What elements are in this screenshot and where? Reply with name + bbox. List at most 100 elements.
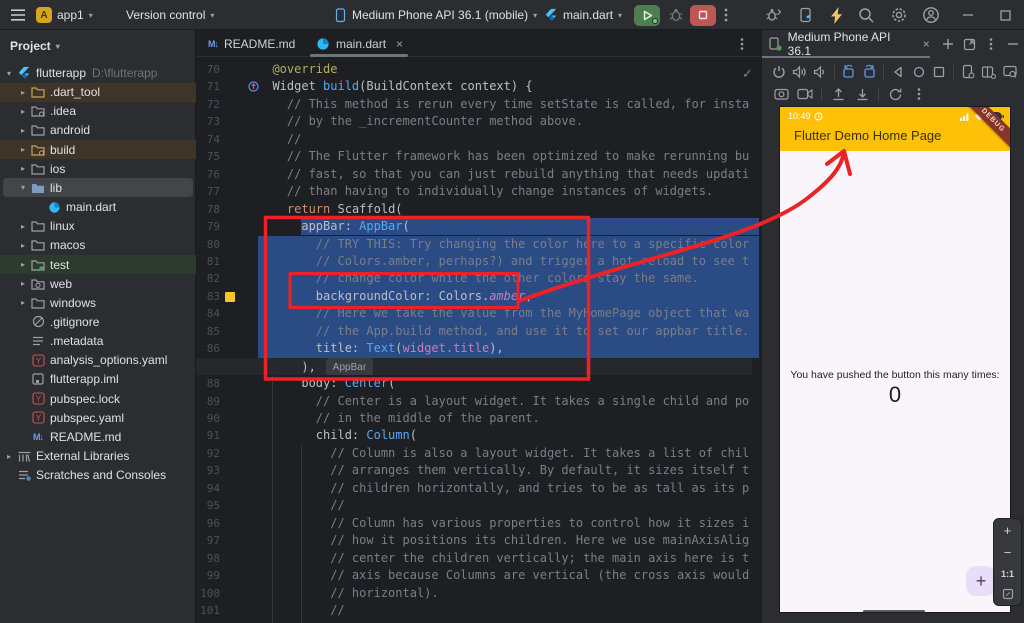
sidebar-item-linux[interactable]: ▸linux	[0, 217, 196, 236]
sidebar-item--idea[interactable]: ▸.idea	[0, 102, 196, 121]
code-line-75[interactable]: // The Flutter framework has been optimi…	[258, 148, 750, 165]
navigation-handle[interactable]	[863, 610, 925, 612]
volume-up-button[interactable]	[790, 61, 808, 83]
settings-button[interactable]	[890, 0, 908, 30]
code-line-79[interactable]: appBar: AppBar(	[258, 218, 750, 235]
code-line-85[interactable]: // the App.build method, and use it to s…	[258, 323, 750, 340]
profile-button[interactable]	[922, 0, 940, 30]
sidebar-item-scratches-and-consoles[interactable]: Scratches and Consoles	[0, 466, 196, 485]
code-area[interactable]: 7071727374757677787980818283848586878889…	[196, 61, 762, 623]
device-selector[interactable]: Medium Phone API 36.1 (mobile) ▾	[334, 0, 537, 30]
code-line-87[interactable]: ),AppBar	[258, 358, 750, 375]
sidebar-item-pubspec-lock[interactable]: Ypubspec.lock	[0, 389, 196, 408]
code-line-95[interactable]: //	[258, 497, 750, 514]
hide-panel-button[interactable]	[1002, 33, 1024, 55]
code-line-72[interactable]: // This method is rerun every time setSt…	[258, 96, 750, 113]
more-actions-button[interactable]	[724, 0, 728, 30]
code-line-82[interactable]: // change color while the other colors s…	[258, 270, 750, 287]
android-home-button[interactable]	[910, 61, 928, 83]
device-mirror-screen[interactable]: 10:49 Flutter Demo Home Page DEBUG You h…	[780, 107, 1010, 612]
code-line-88[interactable]: body: Center(	[258, 375, 750, 392]
record-screen-button[interactable]	[794, 83, 816, 105]
stop-button[interactable]	[690, 0, 716, 30]
close-icon[interactable]: ×	[915, 33, 937, 55]
device-manager-button[interactable]	[798, 0, 814, 30]
sidebar-item-flutterapp[interactable]: ▾flutterappD:\flutterapp	[0, 64, 196, 83]
code-line-76[interactable]: // fast, so that you can just rebuild an…	[258, 166, 750, 183]
zoom-reset-button[interactable]: 1:1	[1001, 569, 1014, 579]
screen-search-button[interactable]	[1002, 61, 1020, 83]
code-line-78[interactable]: return Scaffold(	[258, 201, 750, 218]
snapshot-button[interactable]	[884, 83, 906, 105]
version-control-widget[interactable]: Version control ▾	[126, 0, 214, 30]
sidebar-item-ios[interactable]: ▸ios	[0, 159, 196, 178]
code-line-96[interactable]: // Column has various properties to cont…	[258, 515, 750, 532]
sidebar-item-external-libraries[interactable]: ▸External Libraries	[0, 447, 196, 466]
debug-button[interactable]	[668, 0, 684, 30]
volume-down-button[interactable]	[811, 61, 829, 83]
code-line-94[interactable]: // children horizontally, and tries to b…	[258, 480, 750, 497]
panel-options-button[interactable]	[981, 33, 1003, 55]
tab-main-dart[interactable]: main.dart ×	[316, 30, 403, 57]
sidebar-item--dart-tool[interactable]: ▸.dart_tool	[0, 83, 196, 102]
code-line-93[interactable]: // arranges them vertically. By default,…	[258, 462, 750, 479]
sidebar-item-lib[interactable]: ▾lib	[0, 178, 196, 197]
code-line-99[interactable]: // axis because Columns are vertical (th…	[258, 567, 750, 584]
code-line-71[interactable]: Widget build(BuildContext context) {	[258, 78, 750, 95]
code-line-101[interactable]: //	[258, 602, 750, 619]
sidebar-item-android[interactable]: ▸android	[0, 121, 196, 140]
menu-icon[interactable]	[10, 0, 26, 30]
power-button[interactable]	[770, 61, 788, 83]
code-line-97[interactable]: // how it positions its children. Here w…	[258, 532, 750, 549]
sidebar-item-pubspec-yaml[interactable]: Ypubspec.yaml	[0, 408, 196, 427]
rotate-right-button[interactable]	[860, 61, 878, 83]
code-line-80[interactable]: // TRY THIS: Try changing the color here…	[258, 236, 750, 253]
code-line-77[interactable]: // than having to individually change in…	[258, 183, 750, 200]
fold-device-button[interactable]	[979, 61, 997, 83]
android-back-button[interactable]	[889, 61, 907, 83]
attach-debugger-button[interactable]	[764, 0, 782, 30]
maximize-window-button[interactable]	[1000, 0, 1011, 30]
sidebar-item--gitignore[interactable]: .gitignore	[0, 312, 196, 331]
tab-readme[interactable]: M↓ README.md	[208, 30, 295, 57]
sidebar-item-build[interactable]: ▸build	[0, 140, 196, 159]
sidebar-item-flutterapp-iml[interactable]: flutterapp.iml	[0, 370, 196, 389]
code-line-70[interactable]: @override	[258, 61, 750, 78]
more-options-button[interactable]	[908, 83, 930, 105]
rotate-left-button[interactable]	[840, 61, 858, 83]
code-line-86[interactable]: title: Text(widget.title),	[258, 340, 750, 357]
sidebar-item-windows[interactable]: ▸windows	[0, 293, 196, 312]
code-line-73[interactable]: // by the _incrementCounter method above…	[258, 113, 750, 130]
project-view-selector[interactable]: Project ▾	[10, 36, 60, 56]
android-overview-button[interactable]	[930, 61, 948, 83]
search-everywhere-button[interactable]	[858, 0, 875, 30]
close-icon[interactable]: ×	[396, 37, 403, 51]
sidebar-item-analysis-options-yaml[interactable]: Yanalysis_options.yaml	[0, 351, 196, 370]
zoom-in-button[interactable]: +	[1004, 524, 1012, 537]
increment-fab[interactable]: +	[966, 566, 996, 596]
code-line-91[interactable]: child: Column(	[258, 427, 750, 444]
screenshot-button[interactable]	[770, 83, 792, 105]
sidebar-item--metadata[interactable]: .metadata	[0, 332, 196, 351]
fit-to-window-icon[interactable]	[1002, 588, 1014, 600]
device-settings-button[interactable]	[959, 61, 977, 83]
device-tab-label[interactable]: Medium Phone API 36.1	[788, 30, 916, 58]
code-line-83[interactable]: backgroundColor: Colors.amber,	[258, 288, 750, 305]
code-line-74[interactable]: //	[258, 131, 750, 148]
download-button[interactable]	[851, 83, 873, 105]
sidebar-item-test[interactable]: ▸test	[0, 255, 196, 274]
code-line-100[interactable]: // horizontal).	[258, 585, 750, 602]
sidebar-item-main-dart[interactable]: main.dart	[0, 198, 196, 217]
open-in-window-button[interactable]	[959, 33, 981, 55]
sidebar-item-readme-md[interactable]: M↓README.md	[0, 427, 196, 446]
gutter-color-preview[interactable]	[225, 292, 235, 302]
code-line-89[interactable]: // Center is a layout widget. It takes a…	[258, 393, 750, 410]
code-line-90[interactable]: // in the middle of the parent.	[258, 410, 750, 427]
zoom-out-button[interactable]: −	[1004, 546, 1012, 559]
code-line-81[interactable]: // Colors.amber, perhaps?) and trigger a…	[258, 253, 750, 270]
run-button[interactable]	[634, 0, 660, 30]
code-line-92[interactable]: // Column is also a layout widget. It ta…	[258, 445, 750, 462]
editor-more-button[interactable]	[740, 30, 744, 57]
minimize-window-button[interactable]	[962, 0, 974, 30]
project-widget[interactable]: A app1 ▾	[36, 0, 93, 30]
